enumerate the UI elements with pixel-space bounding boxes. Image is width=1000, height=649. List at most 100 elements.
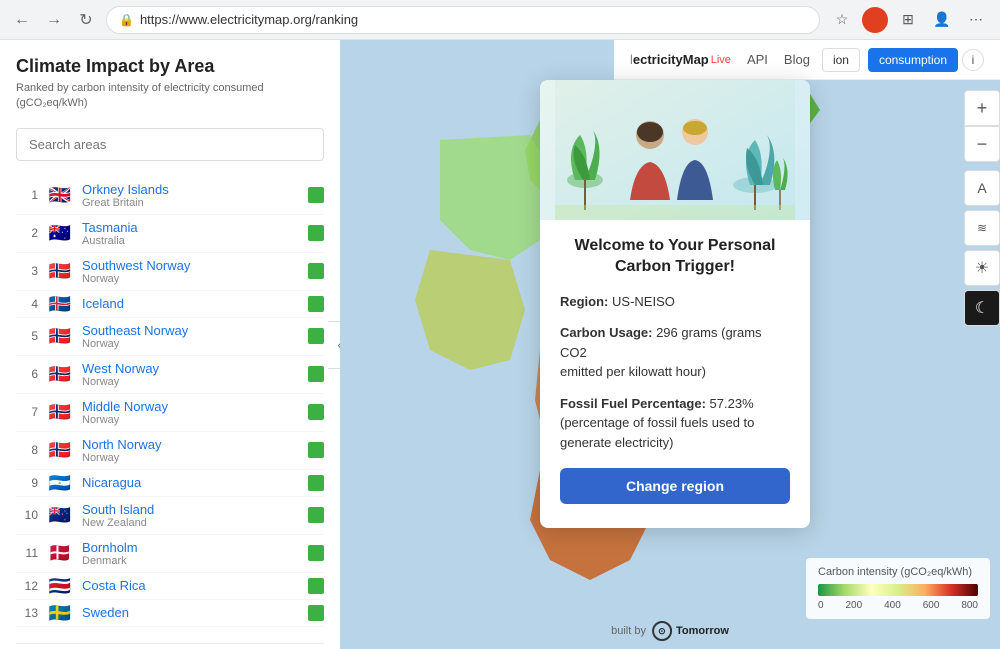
carbon-legend: Carbon intensity (gCO₂eq/kWh) 0 200 400 …: [806, 558, 990, 619]
area-info: Nicaragua: [82, 475, 298, 490]
area-country: Norway: [82, 273, 298, 285]
ranking-item[interactable]: 10 🇳🇿 South Island New Zealand: [16, 497, 324, 535]
ranking-item[interactable]: 2 🇦🇺 Tasmania Australia: [16, 215, 324, 253]
modal-region-row: Region: US-NEISO: [560, 292, 790, 312]
live-badge: Live: [711, 54, 731, 66]
intensity-indicator: [308, 475, 324, 491]
tomorrow-circle-icon: ⊙: [652, 621, 672, 641]
flag-icon: 🇳🇴: [48, 442, 72, 458]
language-icon: A: [977, 180, 986, 196]
tomorrow-logo: ⊙ Tomorrow: [652, 621, 729, 641]
consumption-tab[interactable]: consumption: [868, 48, 958, 72]
address-bar[interactable]: 🔒 https://www.electricitymap.org/ranking: [106, 6, 820, 34]
ranking-item[interactable]: 1 🇬🇧 Orkney Islands Great Britain: [16, 177, 324, 215]
bookmark-button[interactable]: ☆: [828, 6, 856, 34]
ranking-item[interactable]: 9 🇳🇮 Nicaragua: [16, 470, 324, 497]
area-name: West Norway: [82, 361, 298, 376]
rank-number: 13: [16, 606, 38, 620]
api-link[interactable]: API: [747, 52, 768, 67]
zoom-out-button[interactable]: −: [964, 126, 1000, 162]
wind-button[interactable]: ≋: [964, 210, 1000, 246]
ranking-item[interactable]: 7 🇳🇴 Middle Norway Norway: [16, 394, 324, 432]
area-name: Southeast Norway: [82, 323, 298, 338]
consumption-tab-label: consumption: [879, 53, 947, 67]
area-country: Norway: [82, 452, 298, 464]
area-name: Nicaragua: [82, 475, 298, 490]
ranking-item[interactable]: 6 🇳🇴 West Norway Norway: [16, 356, 324, 394]
sun-icon: ☀: [975, 258, 989, 278]
ranking-item[interactable]: 8 🇳🇴 North Norway Norway: [16, 432, 324, 470]
ranking-item[interactable]: 12 🇨🇷 Costa Rica: [16, 573, 324, 600]
brand-name: ectricityMap: [633, 52, 709, 67]
rank-number: 1: [16, 188, 38, 202]
map-area[interactable]: l ectricityMap Live API Blog ion consump…: [340, 40, 1000, 649]
fossil-label: Fossil Fuel Percentage:: [560, 396, 706, 411]
area-info: West Norway Norway: [82, 361, 298, 388]
language-button[interactable]: A: [964, 170, 1000, 206]
refresh-button[interactable]: ↻: [74, 8, 98, 32]
modal-fossil-row: Fossil Fuel Percentage: 57.23%(percentag…: [560, 394, 790, 453]
area-info: Costa Rica: [82, 578, 298, 593]
intensity-indicator: [308, 578, 324, 594]
area-name: Iceland: [82, 296, 298, 311]
carbon-usage-label: Carbon Usage:: [560, 325, 652, 340]
rank-number: 6: [16, 367, 38, 381]
area-name: Bornholm: [82, 540, 298, 555]
forward-button[interactable]: →: [42, 8, 66, 32]
zoom-in-icon: +: [977, 98, 988, 119]
area-name: Orkney Islands: [82, 182, 298, 197]
flag-icon: 🇳🇴: [48, 328, 72, 344]
modal-illustration: [540, 80, 810, 220]
region-label: Region:: [560, 294, 608, 309]
area-name: North Norway: [82, 437, 298, 452]
change-region-button[interactable]: Change region: [560, 468, 790, 504]
url-text: https://www.electricitymap.org/ranking: [140, 12, 358, 27]
area-info: Tasmania Australia: [82, 220, 298, 247]
flag-icon: 🇳🇴: [48, 366, 72, 382]
area-name: South Island: [82, 502, 298, 517]
dark-mode-button[interactable]: ☾: [964, 290, 1000, 326]
area-country: Denmark: [82, 555, 298, 567]
collapse-toggle[interactable]: ‹: [328, 321, 340, 369]
back-button[interactable]: ←: [10, 8, 34, 32]
area-info: Sweden: [82, 605, 298, 620]
flag-icon: 🇩🇰: [48, 545, 72, 561]
ranking-item[interactable]: 4 🇮🇸 Iceland: [16, 291, 324, 318]
ranking-item[interactable]: 11 🇩🇰 Bornholm Denmark: [16, 535, 324, 573]
area-country: Australia: [82, 235, 298, 247]
blog-link[interactable]: Blog: [784, 52, 810, 67]
rank-number: 12: [16, 579, 38, 593]
rank-number: 7: [16, 405, 38, 419]
rank-number: 11: [16, 546, 38, 560]
ranking-list: 1 🇬🇧 Orkney Islands Great Britain 2 🇦🇺 T…: [16, 177, 324, 627]
menu-button[interactable]: ⋯: [962, 6, 990, 34]
welcome-modal: Welcome to Your PersonalCarbon Trigger! …: [540, 80, 810, 528]
carbon-label-400: 400: [884, 600, 901, 611]
page-title: Climate Impact by Area: [16, 56, 324, 77]
sun-button[interactable]: ☀: [964, 250, 1000, 286]
ranking-item[interactable]: 3 🇳🇴 Southwest Norway Norway: [16, 253, 324, 291]
intensity-indicator: [308, 605, 324, 621]
area-country: New Zealand: [82, 517, 298, 529]
carbon-labels: 0 200 400 600 800: [818, 600, 978, 611]
search-input[interactable]: [16, 128, 324, 161]
zone-tab[interactable]: ion: [822, 48, 860, 72]
info-button[interactable]: i: [962, 49, 984, 71]
ranking-item[interactable]: 5 🇳🇴 Southeast Norway Norway: [16, 318, 324, 356]
rank-number: 10: [16, 508, 38, 522]
flag-icon: 🇳🇮: [48, 475, 72, 491]
area-info: North Norway Norway: [82, 437, 298, 464]
ranking-item[interactable]: 13 🇸🇪 Sweden: [16, 600, 324, 627]
wind-icon: ≋: [977, 221, 987, 235]
moon-icon: ☾: [975, 298, 989, 318]
area-name: Costa Rica: [82, 578, 298, 593]
tomorrow-brand: Tomorrow: [676, 625, 729, 637]
extensions-button[interactable]: ⊞: [894, 6, 922, 34]
zoom-controls: + −: [964, 90, 1000, 162]
profile-button[interactable]: 👤: [928, 6, 956, 34]
area-name: Tasmania: [82, 220, 298, 235]
area-info: Orkney Islands Great Britain: [82, 182, 298, 209]
area-info: Iceland: [82, 296, 298, 311]
zone-tab-label: ion: [833, 53, 849, 67]
zoom-in-button[interactable]: +: [964, 90, 1000, 126]
